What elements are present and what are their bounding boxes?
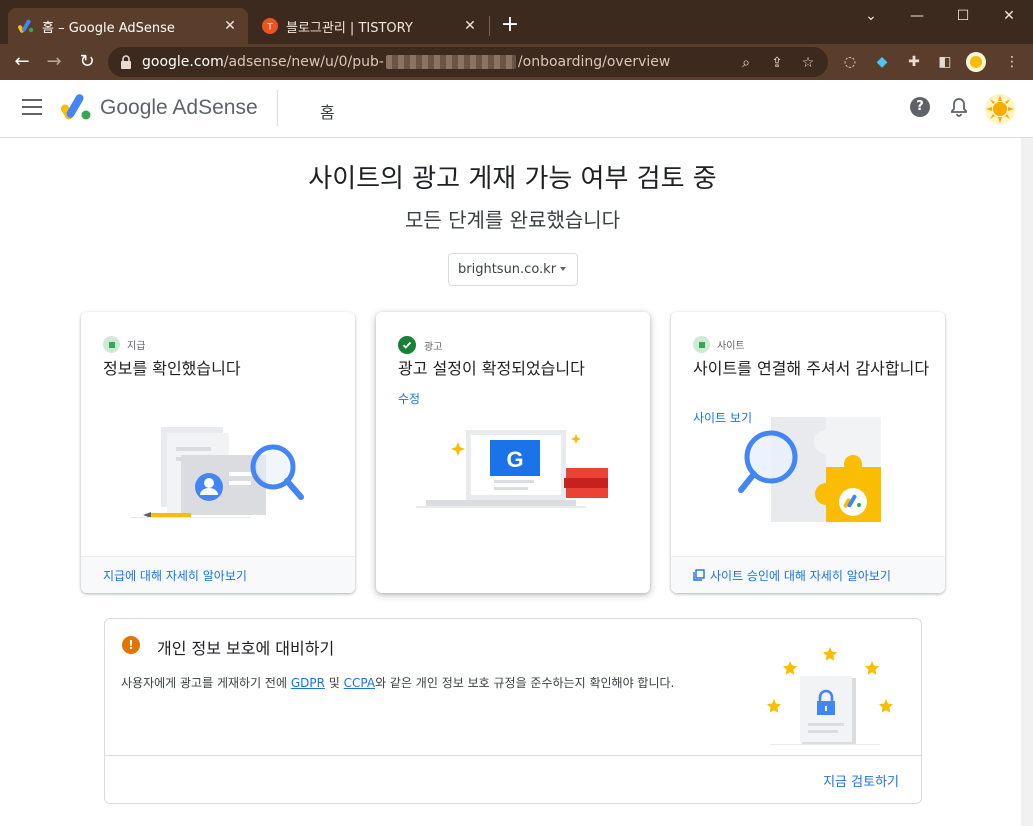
side-panel-icon[interactable]: ◧: [935, 52, 955, 72]
ccpa-link[interactable]: CCPA: [344, 676, 375, 690]
redacted-publisher-id: [385, 55, 516, 69]
account-avatar[interactable]: [985, 94, 1015, 128]
adsense-page: Google AdSense 홈 ? 사이트의 광고 게재 가능 여부 검토 중…: [0, 80, 1033, 826]
step-indicator: 지급: [103, 336, 145, 353]
browser-toolbar: ← → ↻ google.com/adsense/new/u/0/pub- /on…: [0, 44, 1033, 80]
privacy-text-3: 와 같은 개인 정보 보호 규정을 준수하는지 확인해야 합니다.: [375, 676, 675, 690]
step-label: 사이트: [717, 341, 745, 352]
privacy-text-1: 사용자에게 광고를 게재하기 전에: [121, 676, 291, 690]
step-progress-icon: [693, 336, 710, 353]
extension-mouse-icon[interactable]: ◌: [840, 52, 860, 72]
review-now-button[interactable]: 지금 검토하기: [823, 771, 899, 790]
page-breadcrumb: 홈: [320, 103, 335, 122]
adsense-logo-icon: [60, 92, 92, 126]
selected-site: brightsun.co.kr: [458, 262, 557, 277]
extension-gem-icon[interactable]: ◆: [872, 52, 892, 72]
tab-divider: [489, 16, 490, 36]
maximize-button[interactable]: ☐: [940, 4, 986, 28]
site-approval-learn-more-link[interactable]: 사이트 승인에 대해 자세히 알아보기: [671, 556, 945, 593]
card-ads: 광고 광고 설정이 확정되었습니다 수정 G: [376, 312, 650, 593]
svg-text:T: T: [266, 23, 273, 33]
minimize-button[interactable]: —: [894, 4, 940, 28]
gdpr-link[interactable]: GDPR: [291, 676, 325, 690]
adsense-favicon-icon: [18, 18, 34, 34]
share-icon[interactable]: ⇪: [767, 53, 787, 73]
tab-tistory[interactable]: T 블로그관리 | TISTORY ✕: [252, 8, 488, 44]
header-divider: [277, 90, 278, 126]
step-label: 지급: [127, 341, 146, 352]
app-header: Google AdSense 홈 ?: [0, 80, 1033, 138]
step-indicator: 사이트: [693, 336, 745, 353]
more-menu-icon[interactable]: ⋮: [1002, 52, 1022, 72]
profile-avatar-icon[interactable]: [966, 52, 986, 72]
ads-settings-laptop-illustration: G: [416, 430, 608, 508]
forward-arrow-icon[interactable]: →: [42, 50, 66, 74]
notification-bell-icon[interactable]: [950, 97, 968, 121]
page-title: 사이트의 광고 게재 가능 여부 검토 중: [308, 164, 717, 194]
identity-verification-illustration: [131, 427, 304, 518]
vertical-scrollbar[interactable]: [1021, 138, 1033, 826]
new-tab-button[interactable]: +: [498, 14, 522, 38]
browser-titlebar: 홈 – Google AdSense ✕ T 블로그관리 | TISTORY ✕…: [0, 0, 1033, 44]
close-icon[interactable]: ✕: [462, 18, 478, 34]
footer-link-label: 사이트 승인에 대해 자세히 알아보기: [710, 568, 891, 583]
tab-title: 홈 – Google AdSense: [42, 20, 175, 36]
window-close-button[interactable]: ✕: [986, 4, 1032, 28]
bookmark-star-icon[interactable]: ☆: [798, 53, 818, 73]
page-subtitle: 모든 단계를 완료했습니다: [404, 208, 621, 232]
step-indicator: 광고: [398, 336, 442, 354]
tistory-favicon-icon: T: [262, 18, 278, 34]
search-icon[interactable]: ⌕: [736, 53, 756, 73]
checkmark-icon: [398, 336, 416, 354]
payments-learn-more-link[interactable]: 지급에 대해 자세히 알아보기: [81, 556, 355, 593]
help-icon[interactable]: ?: [910, 97, 930, 117]
card-title: 광고 설정이 확정되었습니다: [398, 359, 585, 378]
open-in-new-icon: [693, 569, 705, 581]
svg-text:G: G: [506, 447, 523, 472]
address-bar[interactable]: google.com/adsense/new/u/0/pub- /onboardi…: [108, 47, 828, 77]
warning-icon: !: [122, 636, 140, 654]
url-path-start: /adsense/new/u/0/pub-: [223, 54, 384, 70]
privacy-lock-document-illustration: [767, 647, 893, 745]
privacy-text-2: 및: [324, 676, 344, 690]
site-selector-dropdown[interactable]: brightsun.co.kr: [448, 253, 578, 286]
step-label: 광고: [424, 341, 443, 353]
dropdown-caret-icon: [560, 267, 566, 271]
tab-adsense[interactable]: 홈 – Google AdSense ✕: [8, 8, 248, 44]
url-path-end: /onboarding/overview: [517, 54, 671, 70]
privacy-divider: [105, 755, 921, 756]
tab-search-chevron-icon[interactable]: ⌄: [848, 4, 894, 28]
privacy-panel: ! 개인 정보 보호에 대비하기 사용자에게 광고를 게재하기 전에 GDPR …: [104, 618, 922, 804]
privacy-title: 개인 정보 보호에 대비하기: [157, 639, 335, 658]
site-connection-puzzle-illustration: [738, 417, 881, 522]
reload-icon[interactable]: ↻: [75, 50, 99, 74]
menu-icon[interactable]: [22, 99, 42, 115]
back-arrow-icon[interactable]: ←: [10, 50, 34, 74]
url-host: google.com: [142, 54, 224, 70]
card-title: 정보를 확인했습니다: [103, 359, 241, 378]
tab-title: 블로그관리 | TISTORY: [286, 20, 413, 36]
card-site: 사이트 사이트를 연결해 주셔서 감사합니다 사이트 보기 사이트 승인에 대해…: [671, 312, 945, 593]
card-payments: 지급 정보를 확인했습니다 지급에 대해 자세히 알아보기: [81, 312, 355, 593]
extensions-puzzle-icon[interactable]: ✚: [904, 52, 924, 72]
lock-icon: [120, 55, 132, 69]
privacy-description: 사용자에게 광고를 게재하기 전에 GDPR 및 CCPA와 같은 개인 정보 …: [121, 674, 674, 691]
brand-name: Google AdSense: [100, 96, 258, 119]
card-title: 사이트를 연결해 주셔서 감사합니다: [693, 359, 930, 378]
close-icon[interactable]: ✕: [222, 18, 238, 34]
step-progress-icon: [103, 336, 120, 353]
edit-ads-link[interactable]: 수정: [398, 390, 420, 407]
